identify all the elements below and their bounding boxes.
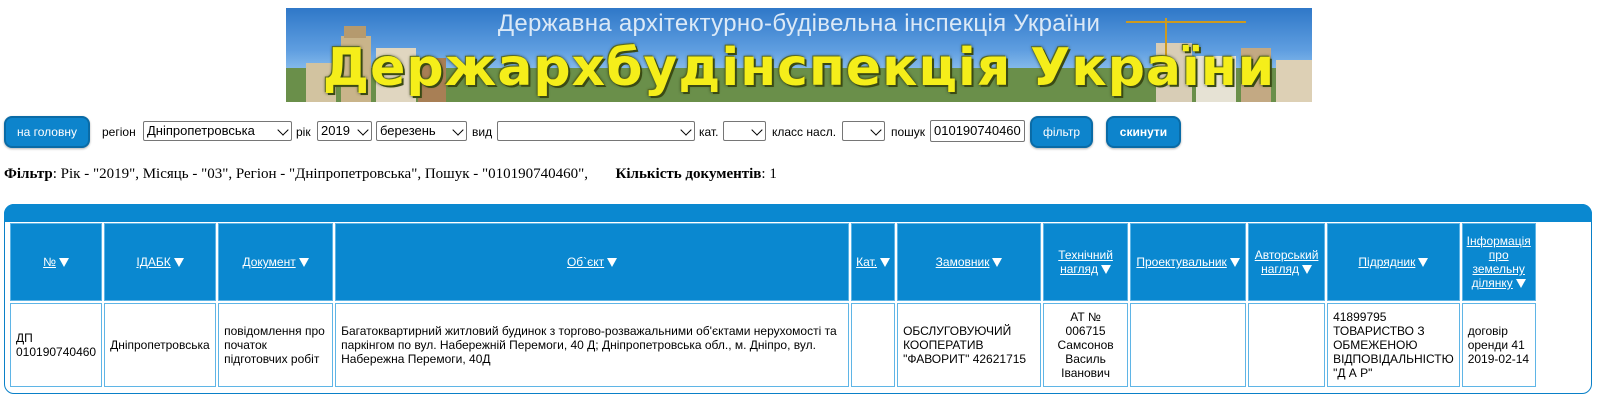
type-select[interactable] bbox=[497, 121, 695, 141]
category-select[interactable] bbox=[723, 121, 766, 141]
chevron-down-icon bbox=[452, 124, 464, 136]
chevron-down-icon bbox=[680, 124, 692, 136]
sort-arrow-icon bbox=[1515, 279, 1526, 289]
sort-arrow-icon bbox=[1229, 258, 1240, 268]
sort-arrow-icon bbox=[58, 258, 69, 268]
column-header-document[interactable]: Документ bbox=[218, 223, 334, 301]
column-header-designer[interactable]: Проектувальник bbox=[1130, 223, 1247, 301]
cell-idabk: Дніпропетровська bbox=[104, 303, 217, 387]
filter-summary: Фільтр: Рік - "2019", Місяць - "03", Рег… bbox=[4, 166, 777, 183]
column-header-category[interactable]: Кат. bbox=[851, 223, 896, 301]
month-select[interactable]: березень bbox=[376, 121, 467, 141]
home-button[interactable]: на головну bbox=[4, 116, 90, 148]
filter-toolbar: на головну регіон Дніпропетровська рік 2… bbox=[0, 116, 1600, 148]
cell-designer bbox=[1130, 303, 1247, 387]
search-input[interactable]: 010190740460 bbox=[930, 120, 1025, 142]
sort-arrow-icon bbox=[992, 258, 1003, 268]
column-header-contractor[interactable]: Підрядник bbox=[1327, 223, 1460, 301]
region-label: регіон bbox=[102, 125, 136, 139]
table-top-bar bbox=[4, 204, 1592, 222]
sort-arrow-icon bbox=[1418, 258, 1429, 268]
chevron-down-icon bbox=[751, 124, 763, 136]
results-table-panel: № ІДАБК Документ Об`єкт Кат. Замовник Те… bbox=[4, 204, 1592, 394]
column-header-author-supervision[interactable]: Авторський нагляд bbox=[1248, 223, 1326, 301]
filter-button[interactable]: фільтр bbox=[1030, 116, 1093, 148]
year-select[interactable]: 2019 bbox=[317, 121, 372, 141]
search-label: пошук bbox=[891, 125, 926, 139]
class-label: класс насл. bbox=[772, 125, 837, 139]
column-header-idabk[interactable]: ІДАБК bbox=[104, 223, 217, 301]
cell-category bbox=[851, 303, 896, 387]
sort-arrow-icon bbox=[173, 258, 184, 268]
cell-author-supervision bbox=[1248, 303, 1326, 387]
category-label: кат. bbox=[699, 125, 719, 139]
document-count-label: Кількість документів bbox=[615, 166, 762, 182]
column-header-tech-supervision[interactable]: Технічний нагляд bbox=[1043, 223, 1129, 301]
column-header-land-info[interactable]: Інформація про земельну ділянку bbox=[1461, 223, 1536, 301]
region-select[interactable]: Дніпропетровська bbox=[143, 121, 292, 141]
cell-tech-supervision: АТ № 006715 Самсонов Василь Іванович bbox=[1043, 303, 1129, 387]
column-header-customer[interactable]: Замовник bbox=[897, 223, 1042, 301]
banner-subtitle: Державна архітектурно-будівельна інспекц… bbox=[497, 10, 1101, 37]
chevron-down-icon bbox=[357, 124, 369, 136]
banner-title: Держархбудінспекція України bbox=[322, 38, 1276, 98]
cell-object: Багатоквартирний житловий будинок з торг… bbox=[335, 303, 850, 387]
results-table: № ІДАБК Документ Об`єкт Кат. Замовник Те… bbox=[8, 221, 1538, 389]
filter-label: Фільтр bbox=[4, 166, 53, 182]
cell-num: ДП 010190740460 bbox=[10, 303, 103, 387]
type-label: вид bbox=[472, 125, 493, 139]
cell-contractor: 41899795 ТОВАРИСТВО З ОБМЕЖЕНОЮ ВІДПОВІД… bbox=[1327, 303, 1460, 387]
chevron-down-icon bbox=[277, 124, 289, 136]
table-row: ДП 010190740460 Дніпропетровська повідом… bbox=[10, 303, 1536, 387]
cell-document: повідомлення про початок підготовчих роб… bbox=[218, 303, 334, 387]
chevron-down-icon bbox=[870, 124, 882, 136]
class-select[interactable] bbox=[842, 121, 885, 141]
column-header-object[interactable]: Об`єкт bbox=[335, 223, 850, 301]
document-count-value: : 1 bbox=[761, 166, 777, 182]
sort-arrow-icon bbox=[1101, 265, 1112, 275]
sort-arrow-icon bbox=[1302, 265, 1313, 275]
column-header-num[interactable]: № bbox=[10, 223, 103, 301]
sort-arrow-icon bbox=[298, 258, 309, 268]
table-header-row: № ІДАБК Документ Об`єкт Кат. Замовник Те… bbox=[10, 223, 1536, 301]
sort-arrow-icon bbox=[880, 258, 891, 268]
cell-land-info: договір оренди 41 2019-02-14 bbox=[1461, 303, 1536, 387]
sort-arrow-icon bbox=[607, 258, 618, 268]
reset-button[interactable]: скинути bbox=[1106, 116, 1181, 148]
filter-text: : Рік - "2019", Місяць - "03", Регіон - … bbox=[52, 166, 589, 182]
cell-customer: ОБСЛУГОВУЮЧИЙ КООПЕРАТИВ "ФАВОРИТ" 42621… bbox=[897, 303, 1042, 387]
header-banner: Державна архітектурно-будівельна інспекц… bbox=[286, 8, 1312, 102]
year-label: рік bbox=[296, 125, 311, 139]
